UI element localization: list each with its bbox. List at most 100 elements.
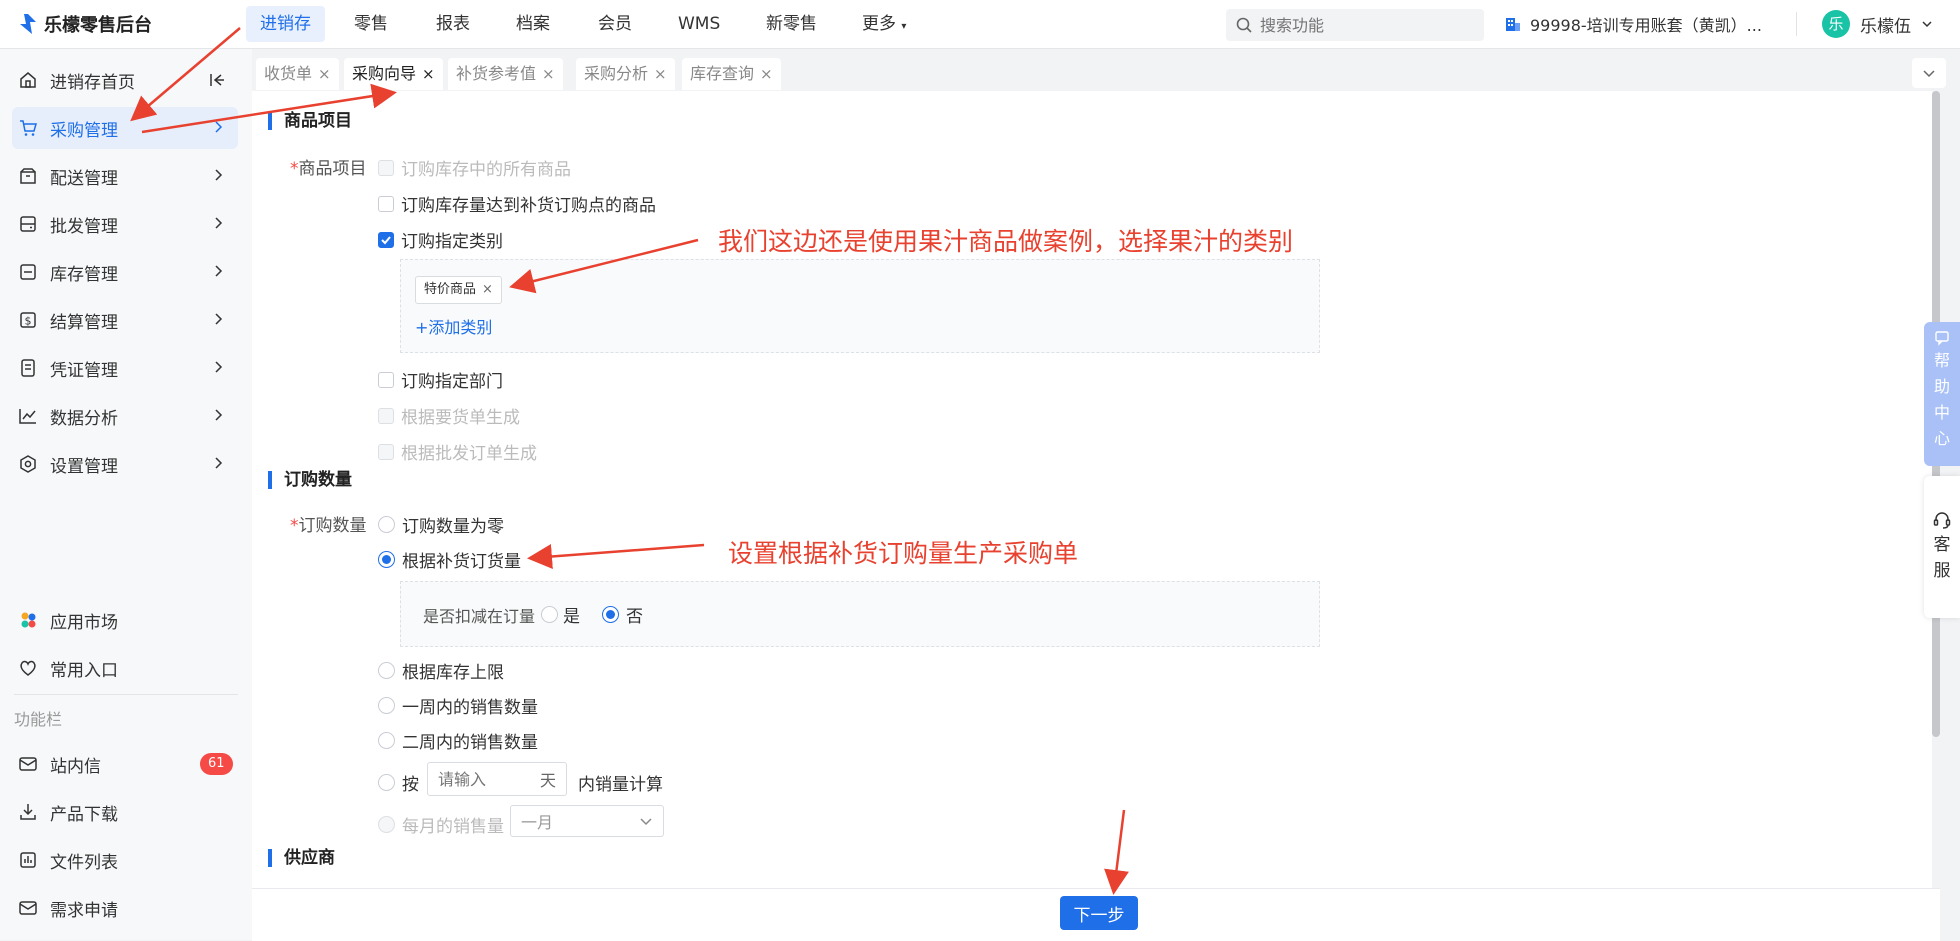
cs-char: 服 (1933, 561, 1951, 581)
sidebar-item-voucher[interactable]: 凭证管理 (12, 347, 238, 389)
radio-quantity-zero[interactable]: 订购数量为零 (378, 512, 504, 537)
user-menu[interactable]: 乐 乐檬伍 (1822, 0, 1933, 48)
radio-circle[interactable] (378, 816, 395, 833)
checkbox-box[interactable] (378, 195, 394, 212)
radio-circle[interactable] (378, 516, 395, 533)
cs-char: 客 (1933, 535, 1951, 555)
radio-deduct-yes[interactable]: 是 (541, 602, 580, 627)
radio-circle[interactable] (378, 662, 395, 679)
sidebar-item-settlement[interactable]: $ 结算管理 (12, 299, 238, 341)
sidebar-item-messages[interactable]: 站内信 61 (12, 743, 238, 785)
sidebar-item-wholesale[interactable]: 批发管理 (12, 203, 238, 245)
days-input[interactable] (436, 768, 540, 790)
checkbox-box-checked[interactable] (378, 231, 394, 248)
required-mark: * (290, 159, 299, 179)
help-center-button[interactable]: 帮 助 中 心 (1924, 322, 1960, 466)
add-category-link[interactable]: +添加类别 (415, 314, 492, 338)
chevron-right-icon (215, 457, 223, 469)
nav-xinlingshou[interactable]: 新零售 (766, 0, 817, 48)
nav-baobiao[interactable]: 报表 (436, 0, 470, 48)
checkbox-all-stock-items[interactable]: 订购库存中的所有商品 (378, 155, 571, 180)
collapse-sidebar-icon[interactable] (208, 71, 226, 89)
nav-more-label: 更多 (862, 14, 896, 34)
checkbox-box[interactable] (378, 159, 394, 176)
radio-two-week-sales[interactable]: 二周内的销售数量 (378, 728, 538, 753)
chevron-right-icon (215, 121, 223, 133)
sidebar-item-delivery[interactable]: 配送管理 (12, 155, 238, 197)
nav-lingshou[interactable]: 零售 (354, 0, 388, 48)
customer-service-button[interactable]: 客 服 (1924, 476, 1960, 618)
sidebar-item-label: 文件列表 (50, 852, 118, 873)
option-label: 订购数量为零 (402, 517, 504, 537)
radio-by-days[interactable]: 按 (378, 770, 419, 795)
next-step-button[interactable]: 下一步 (1060, 896, 1138, 930)
radio-monthly-sales[interactable]: 每月的销售量 (378, 812, 504, 837)
checkbox-from-requisition[interactable]: 根据要货单生成 (378, 403, 520, 428)
nav-more[interactable]: 更多 ▾ (862, 0, 906, 48)
sidebar-item-inventory[interactable]: 库存管理 (12, 251, 238, 293)
sidebar-item-file-list[interactable]: 文件列表 (12, 839, 238, 881)
radio-by-replenish-qty[interactable]: 根据补货订货量 (378, 547, 521, 572)
sidebar-item-home[interactable]: 进销存首页 (12, 59, 238, 101)
tab-list-dropdown[interactable] (1912, 58, 1946, 88)
app-logo[interactable]: 乐檬零售后台 (18, 11, 152, 37)
checkbox-box[interactable] (378, 407, 394, 424)
nav-huiyuan[interactable]: 会员 (598, 0, 632, 48)
radio-circle-checked[interactable] (602, 606, 620, 623)
checkbox-specified-category[interactable]: 订购指定类别 (378, 227, 503, 252)
deduct-row: 是否扣减在订量 是 否 (423, 602, 643, 627)
month-select[interactable]: 一月 (510, 805, 664, 837)
checkbox-specified-department[interactable]: 订购指定部门 (378, 367, 503, 392)
nav-wms[interactable]: WMS (678, 0, 720, 48)
nav-jinxiaocun[interactable]: 进销存 (246, 6, 325, 42)
deduct-label: 是否扣减在订量 (423, 606, 536, 626)
mail-icon (16, 752, 40, 776)
close-icon[interactable]: × (318, 65, 331, 83)
sidebar-item-label: 数据分析 (50, 408, 118, 429)
close-icon[interactable]: × (654, 65, 667, 83)
radio-circle[interactable] (541, 606, 559, 623)
account-switcher[interactable]: 99998-培训专用账套（黄凯）... (1504, 0, 1762, 48)
close-icon[interactable]: × (542, 65, 555, 83)
sidebar-item-favorites[interactable]: 常用入口 (12, 647, 238, 689)
checkbox-box[interactable] (378, 443, 394, 460)
checkbox-reorder-point-items[interactable]: 订购库存量达到补货订购点的商品 (378, 191, 656, 216)
radio-circle[interactable] (378, 697, 395, 714)
close-icon[interactable]: × (422, 65, 435, 83)
drawer-icon (16, 212, 40, 236)
section-title-products: 商品项目 (268, 112, 352, 130)
search-box[interactable] (1226, 9, 1484, 41)
sidebar-item-downloads[interactable]: 产品下载 (12, 791, 238, 833)
sidebar-item-label: 采购管理 (50, 120, 118, 141)
tab-replenish-ref[interactable]: 补货参考值 × (448, 58, 563, 90)
tab-purchase-analysis[interactable]: 采购分析 × (576, 58, 675, 90)
radio-circle[interactable] (378, 774, 395, 791)
radio-by-stock-limit[interactable]: 根据库存上限 (378, 658, 504, 683)
tab-receipt[interactable]: 收货单 × (256, 58, 339, 90)
radio-circle-checked[interactable] (378, 551, 395, 568)
check-icon (381, 235, 391, 244)
tab-stock-query[interactable]: 库存查询 × (682, 58, 781, 90)
sidebar-item-app-market[interactable]: 应用市场 (12, 599, 238, 641)
sidebar-item-purchase[interactable]: 采购管理 (12, 107, 238, 149)
checkbox-from-wholesale-order[interactable]: 根据批发订单生成 (378, 439, 537, 464)
sidebar-item-requests[interactable]: 需求申请 (12, 887, 238, 929)
header-divider (1796, 12, 1797, 36)
sidebar-item-settings[interactable]: 设置管理 (12, 443, 238, 485)
sidebar-item-analytics[interactable]: 数据分析 (12, 395, 238, 437)
days-input-wrapper[interactable]: 天 (427, 762, 567, 796)
checkbox-box[interactable] (378, 371, 394, 388)
option-label: 订购指定部门 (401, 372, 503, 392)
heart-icon (16, 656, 40, 680)
radio-deduct-no[interactable]: 否 (602, 602, 643, 627)
option-label: 一周内的销售数量 (402, 698, 538, 718)
tab-purchase-wizard[interactable]: 采购向导 × (344, 58, 443, 90)
close-icon[interactable]: × (760, 65, 773, 83)
radio-one-week-sales[interactable]: 一周内的销售数量 (378, 693, 538, 718)
search-input[interactable] (1258, 14, 1472, 36)
close-icon[interactable]: × (482, 282, 493, 297)
category-tag[interactable]: 特价商品 × (415, 276, 502, 304)
nav-dangan[interactable]: 档案 (516, 0, 550, 48)
section-title-supplier: 供应商 (268, 849, 335, 867)
radio-circle[interactable] (378, 732, 395, 749)
